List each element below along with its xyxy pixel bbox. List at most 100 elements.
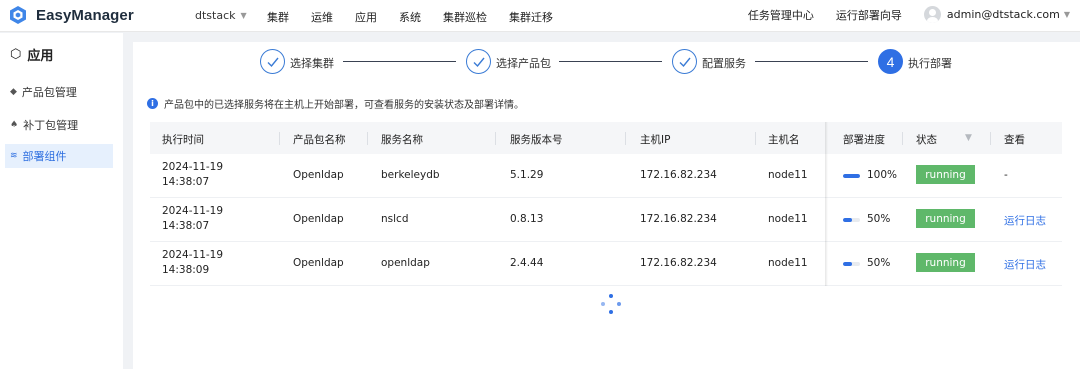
hostname-cell: node11	[768, 257, 808, 269]
service-cell: openldap	[381, 257, 430, 269]
hostname-cell: node11	[768, 213, 808, 225]
tenant-label: dtstack	[195, 9, 236, 22]
progress-fill	[843, 218, 852, 222]
service-cell: nslcd	[381, 213, 409, 225]
host-ip-cell: 172.16.82.234	[640, 257, 717, 269]
sidebar: ⬡ 应用 ◆ 产品包管理 ♠ 补丁包管理 ≋ 部署组件	[0, 33, 123, 369]
tenant-selector[interactable]: dtstack ▼	[195, 9, 247, 22]
info-banner: i 产品包中的已选择服务将在主机上开始部署，可查看服务的安装状态及部署详情。	[147, 96, 524, 111]
package-icon: ◆	[10, 87, 17, 97]
sidebar-item-patch-management[interactable]: ♠ 补丁包管理	[5, 113, 113, 137]
chevron-down-icon[interactable]: ▼	[1064, 10, 1070, 19]
step-connector	[755, 61, 868, 62]
host-ip-cell: 172.16.82.234	[640, 169, 717, 181]
main-nav: 集群 运维 应用 系统 集群巡检 集群迁移	[267, 9, 575, 25]
hostname-cell: node11	[768, 169, 808, 181]
avatar[interactable]	[923, 6, 941, 23]
status-badge: running	[916, 253, 975, 272]
sidebar-item-package-management[interactable]: ◆ 产品包管理	[5, 80, 113, 104]
sidebar-item-deploy-components[interactable]: ≋ 部署组件	[5, 144, 113, 168]
chevron-down-icon: ▼	[240, 11, 247, 20]
exec-time: 14:38:09	[162, 264, 210, 276]
step-configure-service: 配置服务	[702, 57, 746, 70]
version-cell: 0.8.13	[510, 213, 544, 225]
exec-time-cell: 2024-11-19 14:38:07	[162, 160, 223, 190]
column-divider	[755, 132, 756, 145]
status-badge: running	[916, 209, 975, 228]
column-divider	[495, 132, 496, 145]
service-cell: berkeleydb	[381, 169, 440, 181]
deploy-wizard-link[interactable]: 运行部署向导	[836, 7, 902, 23]
sidebar-item-label: 产品包管理	[21, 86, 77, 99]
task-center-link[interactable]: 任务管理中心	[748, 7, 814, 23]
progress-bar	[843, 262, 860, 266]
app-logo[interactable]: EasyManager	[8, 5, 134, 25]
layers-icon: ≋	[10, 151, 18, 161]
exec-time: 14:38:07	[162, 220, 210, 232]
progress-text: 50%	[867, 213, 891, 225]
step-execute-deploy: 执行部署	[908, 57, 952, 70]
sidebar-title-label: 应用	[27, 49, 54, 64]
main-panel: 选择集群 选择产品包 配置服务 4 执行部署 i 产品包中的已选择服务将在主机上…	[133, 42, 1080, 369]
exec-time-cell: 2024-11-19 14:38:09	[162, 248, 223, 278]
package-cell: Openldap	[293, 257, 344, 269]
column-divider	[367, 132, 368, 145]
loading-spinner-icon	[601, 294, 621, 314]
column-divider	[902, 132, 903, 145]
package-cell: Openldap	[293, 213, 344, 225]
top-bar: EasyManager dtstack ▼ 集群 运维 应用 系统 集群巡检 集…	[0, 0, 1080, 32]
nav-item-system[interactable]: 系统	[399, 9, 421, 25]
nav-item-ops[interactable]: 运维	[311, 9, 333, 25]
column-header-hostname: 主机名	[768, 134, 800, 146]
progress-bar	[843, 218, 860, 222]
table-row: 2024-11-19 14:38:07 Openldap berkeleydb …	[150, 154, 1062, 198]
status-badge: running	[916, 165, 975, 184]
right-nav: 任务管理中心 运行部署向导 admin@dtstack.com ▼	[748, 6, 1070, 23]
exec-time: 14:38:07	[162, 176, 210, 188]
nav-item-cluster[interactable]: 集群	[267, 9, 289, 25]
logo-icon	[10, 6, 26, 24]
column-header-progress: 部署进度	[843, 134, 885, 146]
nav-item-inspection[interactable]: 集群巡检	[443, 9, 487, 25]
column-header-package: 产品包名称	[293, 134, 346, 146]
column-divider	[279, 132, 280, 145]
run-log-link[interactable]: 运行日志	[1004, 213, 1046, 228]
fixed-column-shadow	[825, 122, 828, 286]
progress-fill	[843, 262, 852, 266]
view-cell: -	[1004, 169, 1008, 181]
host-ip-cell: 172.16.82.234	[640, 213, 717, 225]
nav-item-migration[interactable]: 集群迁移	[509, 9, 553, 25]
info-text: 产品包中的已选择服务将在主机上开始部署，可查看服务的安装状态及部署详情。	[164, 100, 524, 111]
progress-bar	[843, 174, 860, 178]
package-cell: Openldap	[293, 169, 344, 181]
cube-icon: ⬡	[10, 47, 22, 62]
table-row: 2024-11-19 14:38:07 Openldap nslcd 0.8.1…	[150, 198, 1062, 242]
user-menu[interactable]: admin@dtstack.com	[947, 8, 1060, 21]
patch-icon: ♠	[10, 120, 19, 130]
progress-fill	[843, 174, 860, 178]
version-cell: 2.4.44	[510, 257, 544, 269]
column-header-exec-time: 执行时间	[162, 134, 204, 146]
column-header-service: 服务名称	[381, 134, 423, 146]
progress-text: 50%	[867, 257, 891, 269]
progress-text: 100%	[867, 169, 898, 181]
column-divider	[990, 132, 991, 145]
app-title: EasyManager	[36, 6, 134, 24]
step-select-package: 选择产品包	[496, 57, 551, 70]
step-number-badge: 4	[878, 49, 903, 74]
filter-icon[interactable]: ▼	[965, 133, 972, 143]
exec-date: 2024-11-19	[162, 205, 224, 217]
info-icon: i	[147, 98, 158, 109]
nav-item-apps[interactable]: 应用	[355, 9, 377, 25]
sidebar-title: ⬡ 应用	[10, 45, 53, 64]
step-connector	[559, 61, 662, 62]
column-header-view: 查看	[1004, 134, 1025, 146]
check-icon	[466, 49, 491, 74]
column-header-host-ip: 主机IP	[640, 134, 671, 146]
run-log-link[interactable]: 运行日志	[1004, 257, 1046, 272]
column-header-status: 状态	[916, 134, 937, 146]
table-header: 执行时间 产品包名称 服务名称 服务版本号 主机IP 主机名 部署进度 状态 ▼…	[150, 122, 1062, 154]
sidebar-item-label: 补丁包管理	[23, 119, 79, 132]
exec-time-cell: 2024-11-19 14:38:07	[162, 204, 223, 234]
sidebar-item-label: 部署组件	[22, 150, 67, 163]
